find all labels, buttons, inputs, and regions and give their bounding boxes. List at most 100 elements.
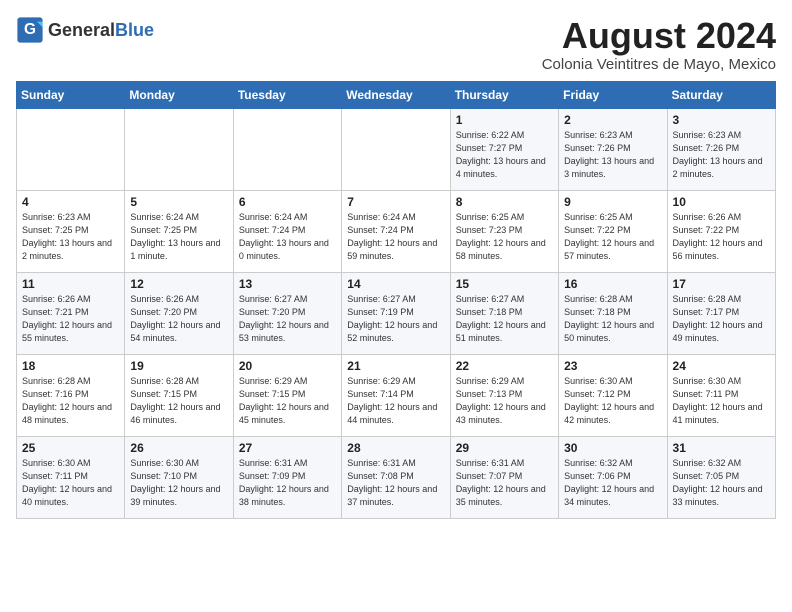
day-cell: 31Sunrise: 6:32 AM Sunset: 7:05 PM Dayli… [667, 436, 775, 518]
day-cell: 17 Sunrise: 6:28 AM Sunset: 7:17 PM Dayli… [667, 272, 775, 354]
day-cell: 2 Sunrise: 6:23 AM Sunset: 7:26 PM Daylig… [559, 108, 667, 190]
day-info: Sunrise: 6:24 AM Sunset: 7:25 PM Dayligh… [130, 211, 227, 263]
day-number: 6 [239, 195, 336, 209]
day-cell: 1Sunrise: 6:22 AM Sunset: 7:27 PM Daylig… [450, 108, 558, 190]
day-number: 7 [347, 195, 444, 209]
location-title: Colonia Veintitres de Mayo, Mexico [542, 56, 776, 73]
day-cell: 14 Sunrise: 6:27 AM Sunset: 7:19 PM Dayli… [342, 272, 450, 354]
day-cell: 12 Sunrise: 6:26 AM Sunset: 7:20 PM Dayli… [125, 272, 233, 354]
day-info: Sunrise: 6:30 AM Sunset: 7:11 PM Dayligh… [673, 375, 770, 427]
day-cell: 11 Sunrise: 6:26 AM Sunset: 7:21 PM Dayli… [17, 272, 125, 354]
day-number: 22 [456, 359, 553, 373]
day-info: Sunrise: 6:25 AM Sunset: 7:22 PM Dayligh… [564, 211, 661, 263]
day-cell: 8 Sunrise: 6:25 AM Sunset: 7:23 PM Daylig… [450, 190, 558, 272]
day-number: 5 [130, 195, 227, 209]
day-number: 4 [22, 195, 119, 209]
month-title: August 2024 [542, 16, 776, 56]
day-info: Sunrise: 6:26 AM Sunset: 7:20 PM Dayligh… [130, 293, 227, 345]
weekday-header-friday: Friday [559, 81, 667, 108]
day-number: 17 [673, 277, 770, 291]
weekday-header-wednesday: Wednesday [342, 81, 450, 108]
day-info: Sunrise: 6:29 AM Sunset: 7:14 PM Dayligh… [347, 375, 444, 427]
day-cell: 28 Sunrise: 6:31 AM Sunset: 7:08 PM Dayli… [342, 436, 450, 518]
day-cell: 16 Sunrise: 6:28 AM Sunset: 7:18 PM Dayli… [559, 272, 667, 354]
day-number: 2 [564, 113, 661, 127]
day-cell: 29 Sunrise: 6:31 AM Sunset: 7:07 PM Dayli… [450, 436, 558, 518]
day-info: Sunrise: 6:28 AM Sunset: 7:17 PM Dayligh… [673, 293, 770, 345]
day-cell: 5 Sunrise: 6:24 AM Sunset: 7:25 PM Daylig… [125, 190, 233, 272]
day-info: Sunrise: 6:31 AM Sunset: 7:07 PM Dayligh… [456, 457, 553, 509]
weekday-header-tuesday: Tuesday [233, 81, 341, 108]
day-cell [125, 108, 233, 190]
week-row-5: 25 Sunrise: 6:30 AM Sunset: 7:11 PM Dayli… [17, 436, 776, 518]
day-info: Sunrise: 6:28 AM Sunset: 7:16 PM Dayligh… [22, 375, 119, 427]
day-number: 18 [22, 359, 119, 373]
day-cell [342, 108, 450, 190]
day-number: 12 [130, 277, 227, 291]
header: G GeneralBlue August 2024 Colonia Veinti… [16, 16, 776, 73]
day-info: Sunrise: 6:23 AM Sunset: 7:26 PM Dayligh… [673, 129, 770, 181]
title-area: August 2024 Colonia Veintitres de Mayo, … [542, 16, 776, 73]
day-cell: 4 Sunrise: 6:23 AM Sunset: 7:25 PM Daylig… [17, 190, 125, 272]
weekday-header-row: SundayMondayTuesdayWednesdayThursdayFrid… [17, 81, 776, 108]
day-number: 27 [239, 441, 336, 455]
day-cell: 23Sunrise: 6:30 AM Sunset: 7:12 PM Dayli… [559, 354, 667, 436]
day-info: Sunrise: 6:28 AM Sunset: 7:18 PM Dayligh… [564, 293, 661, 345]
day-info: Sunrise: 6:31 AM Sunset: 7:08 PM Dayligh… [347, 457, 444, 509]
logo-icon: G [16, 16, 44, 44]
day-cell: 6 Sunrise: 6:24 AM Sunset: 7:24 PM Daylig… [233, 190, 341, 272]
day-info: Sunrise: 6:27 AM Sunset: 7:19 PM Dayligh… [347, 293, 444, 345]
day-number: 31 [673, 441, 770, 455]
day-number: 9 [564, 195, 661, 209]
week-row-4: 18 Sunrise: 6:28 AM Sunset: 7:16 PM Dayli… [17, 354, 776, 436]
day-info: Sunrise: 6:25 AM Sunset: 7:23 PM Dayligh… [456, 211, 553, 263]
day-number: 23 [564, 359, 661, 373]
day-info: Sunrise: 6:26 AM Sunset: 7:22 PM Dayligh… [673, 211, 770, 263]
day-info: Sunrise: 6:30 AM Sunset: 7:10 PM Dayligh… [130, 457, 227, 509]
day-number: 16 [564, 277, 661, 291]
day-info: Sunrise: 6:31 AM Sunset: 7:09 PM Dayligh… [239, 457, 336, 509]
day-cell: 20Sunrise: 6:29 AM Sunset: 7:15 PM Dayli… [233, 354, 341, 436]
day-info: Sunrise: 6:27 AM Sunset: 7:18 PM Dayligh… [456, 293, 553, 345]
day-number: 25 [22, 441, 119, 455]
day-cell: 9 Sunrise: 6:25 AM Sunset: 7:22 PM Daylig… [559, 190, 667, 272]
day-info: Sunrise: 6:26 AM Sunset: 7:21 PM Dayligh… [22, 293, 119, 345]
day-info: Sunrise: 6:30 AM Sunset: 7:11 PM Dayligh… [22, 457, 119, 509]
day-number: 30 [564, 441, 661, 455]
day-number: 10 [673, 195, 770, 209]
day-cell: 18 Sunrise: 6:28 AM Sunset: 7:16 PM Dayli… [17, 354, 125, 436]
weekday-header-saturday: Saturday [667, 81, 775, 108]
logo-text: GeneralBlue [48, 20, 154, 41]
day-number: 8 [456, 195, 553, 209]
day-info: Sunrise: 6:24 AM Sunset: 7:24 PM Dayligh… [347, 211, 444, 263]
day-number: 20 [239, 359, 336, 373]
day-number: 21 [347, 359, 444, 373]
day-cell: 10 Sunrise: 6:26 AM Sunset: 7:22 PM Dayli… [667, 190, 775, 272]
day-info: Sunrise: 6:23 AM Sunset: 7:26 PM Dayligh… [564, 129, 661, 181]
day-cell: 21 Sunrise: 6:29 AM Sunset: 7:14 PM Dayli… [342, 354, 450, 436]
day-cell: 15Sunrise: 6:27 AM Sunset: 7:18 PM Dayli… [450, 272, 558, 354]
day-info: Sunrise: 6:24 AM Sunset: 7:24 PM Dayligh… [239, 211, 336, 263]
calendar-table: SundayMondayTuesdayWednesdayThursdayFrid… [16, 81, 776, 519]
week-row-2: 4 Sunrise: 6:23 AM Sunset: 7:25 PM Daylig… [17, 190, 776, 272]
day-number: 3 [673, 113, 770, 127]
day-number: 11 [22, 277, 119, 291]
day-cell: 30Sunrise: 6:32 AM Sunset: 7:06 PM Dayli… [559, 436, 667, 518]
day-cell: 3 Sunrise: 6:23 AM Sunset: 7:26 PM Daylig… [667, 108, 775, 190]
day-number: 29 [456, 441, 553, 455]
week-row-3: 11 Sunrise: 6:26 AM Sunset: 7:21 PM Dayli… [17, 272, 776, 354]
day-cell: 19Sunrise: 6:28 AM Sunset: 7:15 PM Dayli… [125, 354, 233, 436]
day-cell: 7 Sunrise: 6:24 AM Sunset: 7:24 PM Daylig… [342, 190, 450, 272]
day-cell: 13Sunrise: 6:27 AM Sunset: 7:20 PM Dayli… [233, 272, 341, 354]
day-cell: 24 Sunrise: 6:30 AM Sunset: 7:11 PM Dayli… [667, 354, 775, 436]
day-cell: 27 Sunrise: 6:31 AM Sunset: 7:09 PM Dayli… [233, 436, 341, 518]
day-info: Sunrise: 6:27 AM Sunset: 7:20 PM Dayligh… [239, 293, 336, 345]
day-number: 24 [673, 359, 770, 373]
day-info: Sunrise: 6:23 AM Sunset: 7:25 PM Dayligh… [22, 211, 119, 263]
day-number: 28 [347, 441, 444, 455]
weekday-header-monday: Monday [125, 81, 233, 108]
day-number: 19 [130, 359, 227, 373]
day-cell: 26Sunrise: 6:30 AM Sunset: 7:10 PM Dayli… [125, 436, 233, 518]
day-cell: 22Sunrise: 6:29 AM Sunset: 7:13 PM Dayli… [450, 354, 558, 436]
day-number: 14 [347, 277, 444, 291]
